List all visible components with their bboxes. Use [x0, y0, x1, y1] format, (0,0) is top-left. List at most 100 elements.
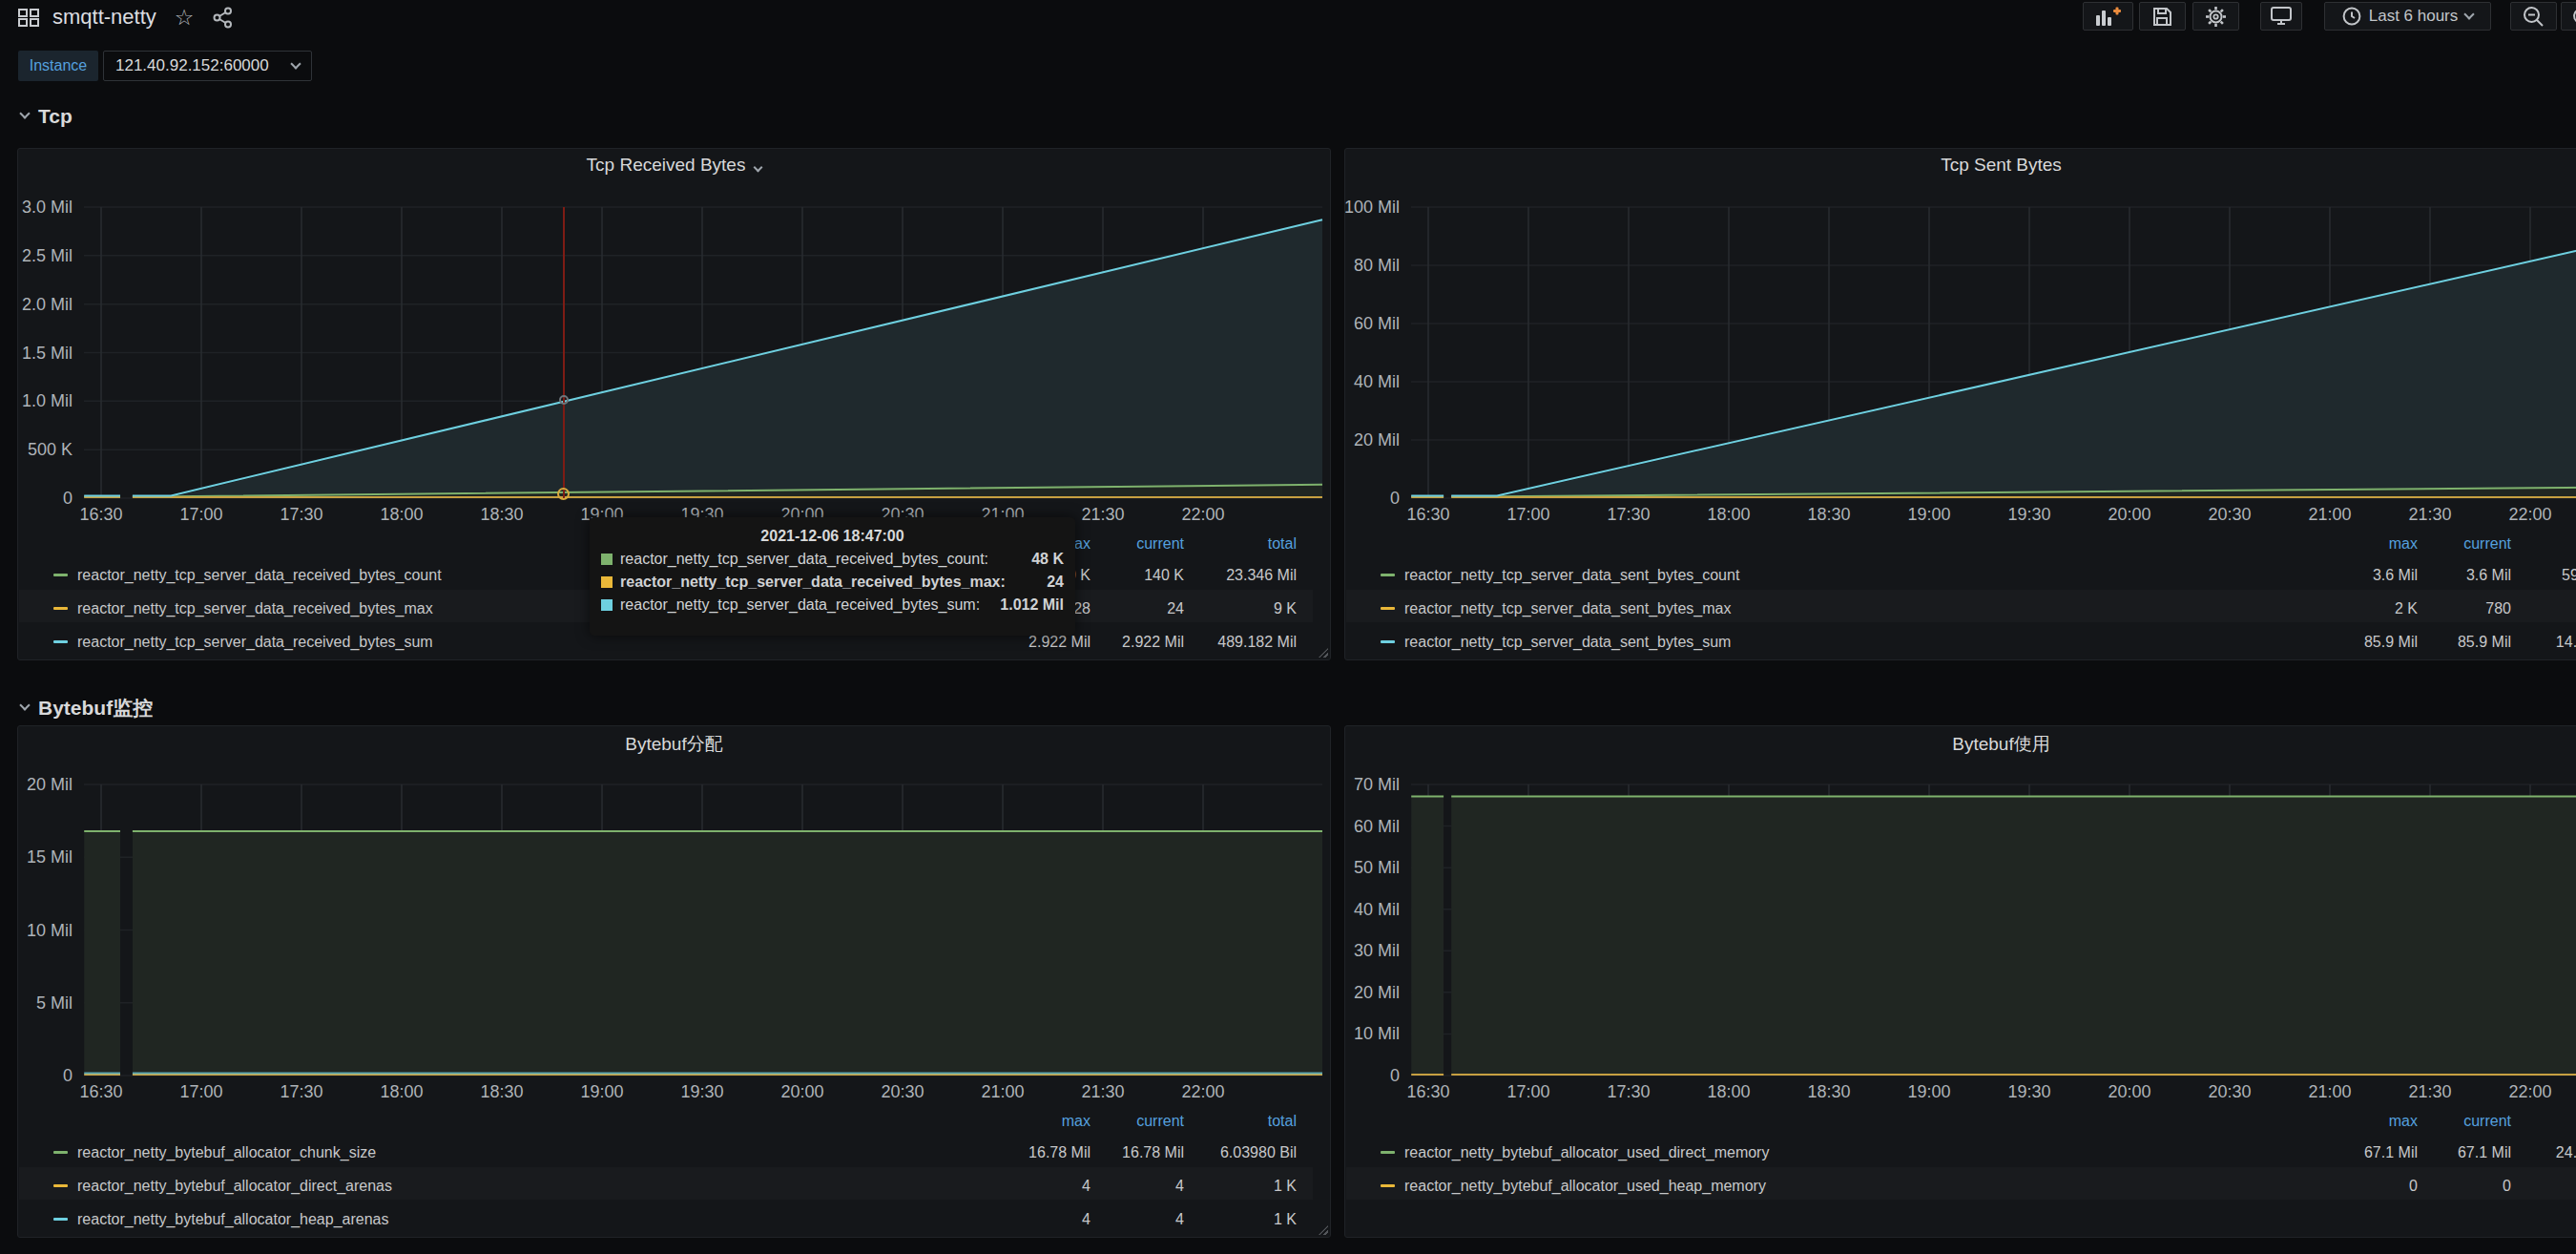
- series-fill: [84, 831, 120, 1076]
- legend-series-name[interactable]: reactor_netty_tcp_server_data_received_b…: [77, 598, 433, 619]
- x-tick-label: 21:30: [2408, 505, 2451, 524]
- legend-series-name[interactable]: reactor_netty_bytebuf_allocator_direct_a…: [77, 1176, 392, 1197]
- y-tick-label: 1.0 Mil: [22, 391, 73, 410]
- legend-series-name[interactable]: reactor_netty_tcp_server_data_received_b…: [77, 632, 433, 653]
- series-color-dash[interactable]: [1381, 574, 1395, 576]
- section-header-tcp[interactable]: Tcp: [21, 103, 73, 130]
- settings-gear-icon: [2205, 6, 2227, 28]
- y-tick-label: 15 Mil: [27, 847, 73, 867]
- chevron-down-icon: [19, 108, 30, 118]
- x-tick-label: 17:00: [1506, 1082, 1549, 1101]
- y-tick-label: 10 Mil: [1354, 1024, 1400, 1043]
- legend-series-name[interactable]: reactor_netty_tcp_server_data_received_b…: [77, 565, 442, 586]
- save-dashboard-button[interactable]: [2139, 2, 2186, 31]
- legend-value-total: 24.155 Bil: [2471, 1142, 2576, 1163]
- legend-header-total[interactable]: total: [2471, 1111, 2576, 1132]
- legend-value-total: 1 K: [1144, 1176, 1297, 1197]
- star-icon[interactable]: ☆: [175, 5, 195, 31]
- tooltip-row: reactor_netty_tcp_server_data_received_b…: [590, 594, 1075, 617]
- tooltip-series-name: reactor_netty_tcp_server_data_received_b…: [620, 551, 1031, 568]
- cycle-view-button[interactable]: [2260, 2, 2302, 31]
- refresh-icon: [2570, 6, 2576, 27]
- x-tick-label: 17:00: [1506, 505, 1549, 524]
- series-color-dash[interactable]: [53, 574, 68, 576]
- instance-select-value: 121.40.92.152:60000: [115, 56, 269, 75]
- instance-select[interactable]: 121.40.92.152:60000: [103, 51, 312, 81]
- section-title: Tcp: [38, 105, 73, 128]
- y-tick-label: 0: [63, 1066, 73, 1085]
- panel-bytebuf-alloc: Bytebuf分配05 Mil10 Mil15 Mil20 Mil16:3017…: [17, 725, 1331, 1238]
- save-icon: [2152, 7, 2172, 27]
- legend-series-name[interactable]: reactor_netty_bytebuf_allocator_heap_are…: [77, 1209, 388, 1230]
- x-tick-label: 21:00: [2308, 505, 2351, 524]
- section-header-bytebuf[interactable]: Bytebuf监控: [21, 695, 153, 721]
- y-tick-label: 500 K: [28, 440, 73, 459]
- dashboard-grid-icon[interactable]: [18, 9, 40, 27]
- zoom-out-icon: [2523, 6, 2545, 28]
- series-color-dash[interactable]: [53, 640, 68, 643]
- chevron-down-icon: [2464, 9, 2475, 19]
- series-color-dash[interactable]: [53, 1184, 68, 1187]
- x-tick-label: 21:00: [2308, 1082, 2351, 1101]
- y-tick-label: 20 Mil: [27, 775, 73, 794]
- x-tick-label: 17:30: [280, 505, 322, 524]
- legend-header-total[interactable]: total: [1144, 533, 1297, 554]
- chart-tooltip: 2021-12-06 18:47:00reactor_netty_tcp_ser…: [590, 517, 1075, 636]
- x-tick-label: 19:00: [1907, 1082, 1950, 1101]
- add-panel-button[interactable]: [2083, 2, 2133, 31]
- share-icon[interactable]: [212, 7, 234, 29]
- y-tick-label: 50 Mil: [1354, 858, 1400, 877]
- y-tick-label: 70 Mil: [1354, 775, 1400, 794]
- series-color-dash[interactable]: [53, 1218, 68, 1221]
- x-tick-label: 17:30: [1607, 505, 1650, 524]
- series-color-dash[interactable]: [1381, 640, 1395, 643]
- series-fill: [133, 831, 1322, 1076]
- panel-bytebuf-used: Bytebuf使用010 Mil20 Mil30 Mil40 Mil50 Mil…: [1344, 725, 2576, 1238]
- x-tick-label: 19:30: [2007, 1082, 2050, 1101]
- dashboard-settings-button[interactable]: [2192, 2, 2239, 31]
- series-fill: [1451, 234, 2576, 498]
- dashboard-title[interactable]: smqtt-netty: [52, 5, 156, 30]
- legend-series-name[interactable]: reactor_netty_tcp_server_data_sent_bytes…: [1404, 632, 1731, 653]
- time-range-label: Last 6 hours: [2369, 7, 2459, 26]
- x-tick-label: 16:30: [1406, 1082, 1449, 1101]
- x-tick-label: 18:30: [1807, 1082, 1850, 1101]
- zoom-out-button[interactable]: [2510, 2, 2557, 31]
- refresh-button[interactable]: [2561, 2, 2576, 31]
- legend-series-name[interactable]: reactor_netty_tcp_server_data_sent_bytes…: [1404, 565, 1739, 586]
- y-tick-label: 40 Mil: [1354, 372, 1400, 391]
- x-tick-label: 18:00: [1707, 505, 1750, 524]
- series-fill: [1451, 797, 2576, 1076]
- series-fill: [1411, 797, 1444, 1076]
- legend-series-name[interactable]: reactor_netty_bytebuf_allocator_chunk_si…: [77, 1142, 376, 1163]
- x-tick-label: 20:30: [2208, 505, 2251, 524]
- tooltip-series-value: 1.012 Mil: [1000, 596, 1064, 614]
- section-title: Bytebuf监控: [38, 695, 153, 721]
- x-tick-label: 21:30: [1081, 505, 1124, 524]
- x-tick-label: 22:00: [1181, 505, 1224, 524]
- legend-series-name[interactable]: reactor_netty_tcp_server_data_sent_bytes…: [1404, 598, 1731, 619]
- series-color-dash[interactable]: [1381, 1184, 1395, 1187]
- y-tick-label: 60 Mil: [1354, 817, 1400, 836]
- legend-value-total: [2471, 598, 2576, 619]
- legend-header-total[interactable]: total: [1144, 1111, 1297, 1132]
- series-color-dash[interactable]: [53, 1151, 68, 1154]
- x-tick-label: 19:30: [2007, 505, 2050, 524]
- x-tick-label: 17:00: [179, 1082, 222, 1101]
- time-range-picker[interactable]: Last 6 hours: [2324, 2, 2491, 31]
- legend-value-total: 489.182 Mil: [1144, 632, 1297, 653]
- series-color-dash[interactable]: [1381, 607, 1395, 610]
- y-tick-label: 20 Mil: [1354, 983, 1400, 1002]
- legend-header-total[interactable]: total: [2471, 533, 2576, 554]
- legend-value-total: 9 K: [1144, 598, 1297, 619]
- series-color-dash[interactable]: [53, 607, 68, 610]
- x-tick-label: 20:00: [2108, 505, 2150, 524]
- x-tick-label: 18:30: [1807, 505, 1850, 524]
- legend-series-name[interactable]: reactor_netty_bytebuf_allocator_used_dir…: [1404, 1142, 1769, 1163]
- legend-value-total: 14.284 Bil: [2471, 632, 2576, 653]
- x-tick-label: 18:00: [1707, 1082, 1750, 1101]
- legend-series-name[interactable]: reactor_netty_bytebuf_allocator_used_hea…: [1404, 1176, 1766, 1197]
- x-tick-label: 19:00: [580, 1082, 623, 1101]
- series-color-dash[interactable]: [1381, 1151, 1395, 1154]
- y-tick-label: 20 Mil: [1354, 430, 1400, 449]
